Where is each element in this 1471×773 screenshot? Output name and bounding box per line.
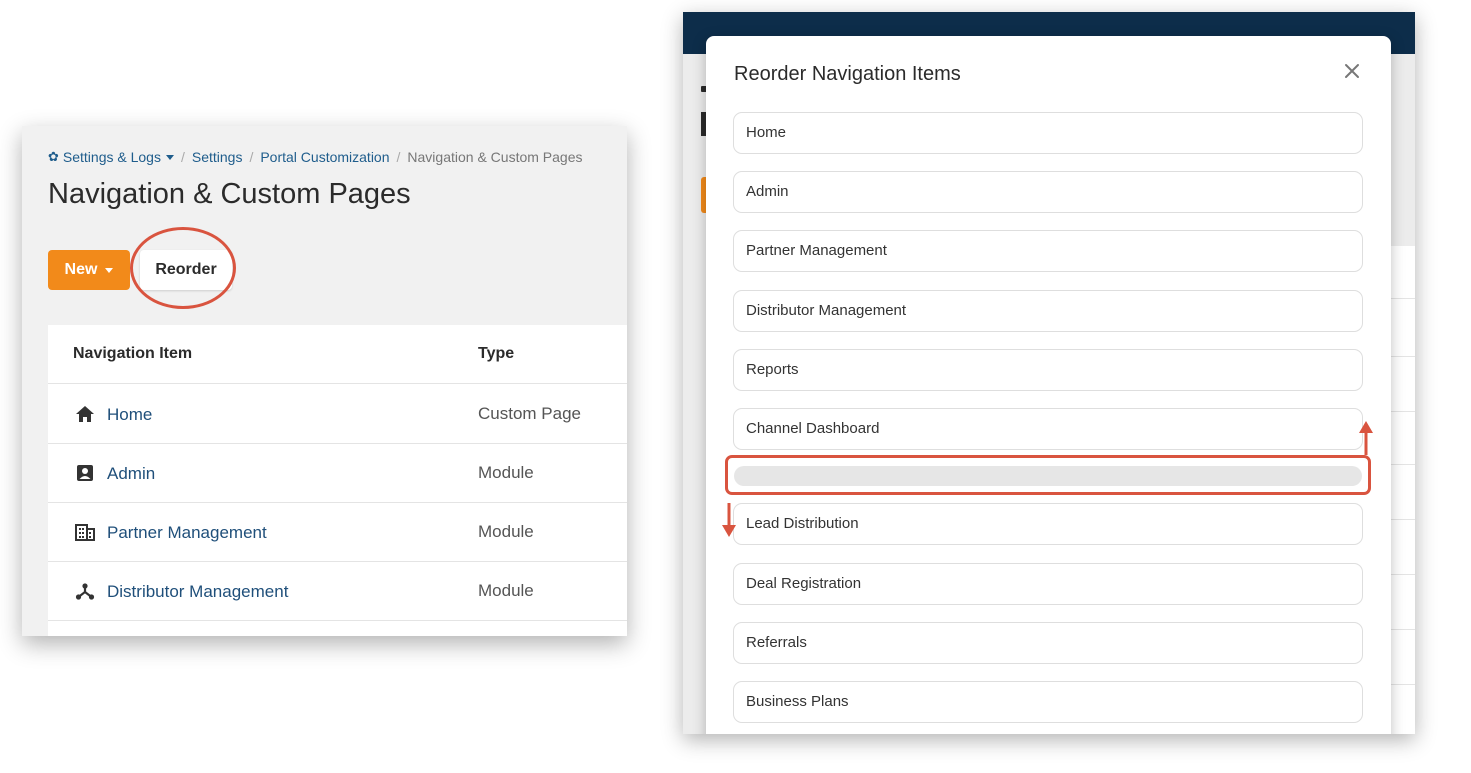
new-button[interactable]: New: [48, 250, 130, 290]
chevron-down-icon: [105, 267, 114, 273]
reorder-item-referrals[interactable]: Referrals: [733, 622, 1363, 664]
new-button-label: New: [64, 261, 98, 278]
column-header-type: Type: [478, 345, 515, 362]
divider: [1389, 629, 1415, 630]
table-row: Home Custom Page: [48, 385, 627, 443]
reorder-item-deal-registration[interactable]: Deal Registration: [733, 563, 1363, 605]
reorder-item-admin[interactable]: Admin: [733, 171, 1363, 213]
table-row: Admin Module: [48, 444, 627, 502]
divider: [1389, 298, 1415, 299]
column-header-navigation-item: Navigation Item: [73, 345, 193, 362]
divider: [48, 383, 627, 384]
reorder-item-reports[interactable]: Reports: [733, 349, 1363, 391]
home-icon: [76, 406, 94, 422]
admin-card-icon: [77, 465, 93, 481]
arrow-up-icon: [1359, 421, 1373, 455]
reorder-item-home[interactable]: Home: [733, 112, 1363, 154]
arrow-down-icon: [722, 503, 736, 537]
reorder-item-partner-management[interactable]: Partner Management: [733, 230, 1363, 272]
drop-placeholder: [734, 466, 1362, 486]
close-icon[interactable]: [1342, 61, 1362, 81]
reorder-modal: Reorder Navigation Items Home Admin Part…: [706, 36, 1391, 734]
network-icon: [75, 583, 95, 600]
chevron-down-icon[interactable]: [165, 154, 174, 160]
breadcrumb-settings[interactable]: Settings: [192, 149, 243, 165]
nav-item-type: Custom Page: [478, 404, 581, 423]
reorder-item-lead-distribution[interactable]: Lead Distribution: [733, 503, 1363, 545]
modal-title: Reorder Navigation Items: [734, 63, 961, 85]
nav-item-type: Module: [478, 463, 534, 482]
breadcrumb-separator: /: [249, 149, 254, 165]
breadcrumb-separator: /: [396, 149, 401, 165]
breadcrumb-settings-logs[interactable]: Settings & Logs: [63, 149, 161, 165]
reorder-button-label: Reorder: [155, 261, 217, 278]
divider: [1389, 464, 1415, 465]
reorder-item-channel-dashboard[interactable]: Channel Dashboard: [733, 408, 1363, 450]
gear-icon: ✿: [48, 149, 59, 164]
reorder-item-business-plans[interactable]: Business Plans: [733, 681, 1363, 723]
nav-item-link-home[interactable]: Home: [107, 405, 152, 425]
divider: [1389, 574, 1415, 575]
reorder-item-distributor-management[interactable]: Distributor Management: [733, 290, 1363, 332]
nav-item-link-distributor-management[interactable]: Distributor Management: [107, 582, 288, 602]
background-fragment: [1389, 246, 1415, 734]
table-row: Distributor Management Module: [48, 562, 627, 620]
divider: [1389, 684, 1415, 685]
nav-item-type: Module: [478, 581, 534, 600]
navigation-table: Navigation Item Type Home Custom Page Ad…: [48, 325, 627, 636]
divider: [1389, 411, 1415, 412]
navigation-pages-panel: ✿ Settings & Logs / Settings / Portal Cu…: [22, 126, 627, 636]
divider: [1389, 356, 1415, 357]
building-icon: [75, 524, 95, 541]
breadcrumb: ✿ Settings & Logs / Settings / Portal Cu…: [48, 149, 583, 165]
nav-item-type: Module: [478, 522, 534, 541]
breadcrumb-current: Navigation & Custom Pages: [407, 149, 583, 165]
nav-item-link-partner-management[interactable]: Partner Management: [107, 523, 267, 543]
reorder-button[interactable]: Reorder: [140, 250, 232, 290]
divider: [48, 620, 627, 621]
nav-item-link-admin[interactable]: Admin: [107, 464, 155, 484]
page-title: Navigation & Custom Pages: [48, 178, 411, 210]
table-row: Partner Management Module: [48, 503, 627, 561]
divider: [1389, 519, 1415, 520]
reorder-screen: Reorder Navigation Items Home Admin Part…: [683, 12, 1415, 734]
breadcrumb-separator: /: [180, 149, 185, 165]
breadcrumb-portal-customization[interactable]: Portal Customization: [260, 149, 389, 165]
